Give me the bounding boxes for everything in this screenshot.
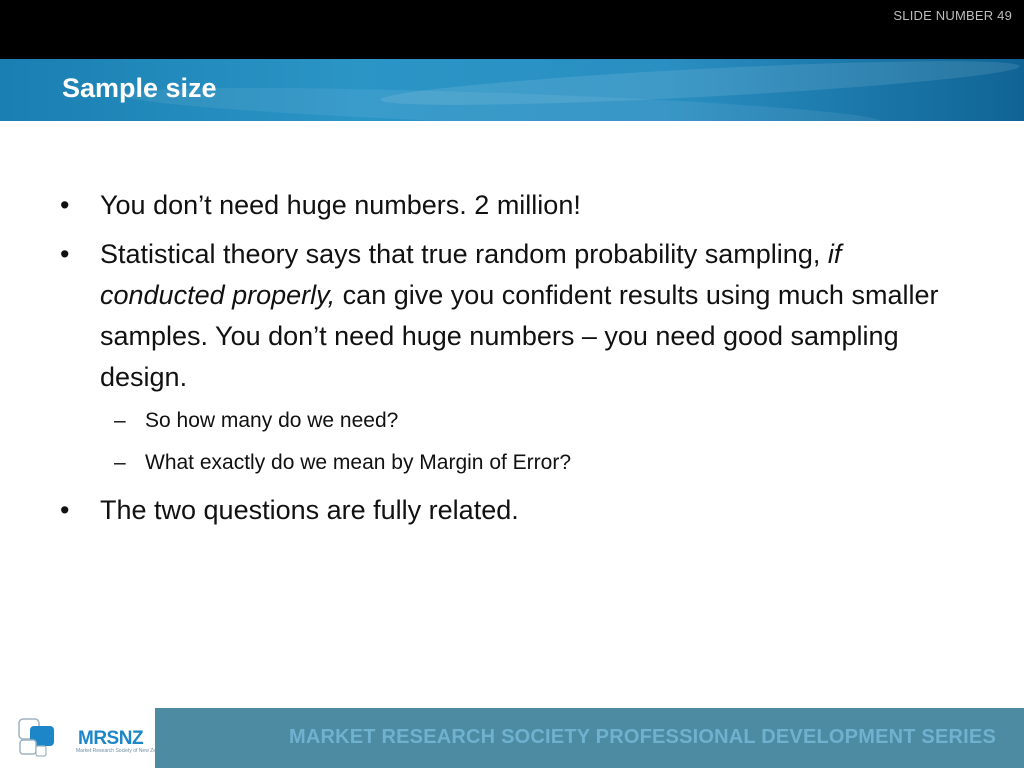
sub-bullet-text: So how many do we need? xyxy=(145,409,399,432)
bullet-item: • Statistical theory says that true rand… xyxy=(60,234,960,398)
footer-band: MARKET RESEARCH SOCIETY PROFESSIONAL DEV… xyxy=(155,708,1024,768)
bullet-glyph: • xyxy=(60,190,70,220)
dash-glyph: – xyxy=(114,409,126,432)
bullet-glyph: • xyxy=(60,495,70,525)
bullet-text-pre: Statistical theory says that true random… xyxy=(100,239,821,269)
title-bar: Sample size xyxy=(0,59,1024,121)
footer-logo-area: MRSNZ Market Research Society of New Zea… xyxy=(0,708,168,768)
sub-bullet-item: – What exactly do we mean by Margin of E… xyxy=(60,448,960,478)
slide-number: SLIDE NUMBER 49 xyxy=(893,8,1012,23)
dash-glyph: – xyxy=(114,451,126,474)
bullet-item: • You don’t need huge numbers. 2 million… xyxy=(60,185,960,226)
slide-content: • You don’t need huge numbers. 2 million… xyxy=(60,185,960,539)
top-bar: SLIDE NUMBER 49 xyxy=(0,0,1024,59)
footer-series-text: MARKET RESEARCH SOCIETY PROFESSIONAL DEV… xyxy=(288,726,996,748)
logo-squares-icon xyxy=(18,718,54,757)
bullet-text: You don’t need huge numbers. 2 million! xyxy=(100,190,581,220)
logo-wordmark: MRSNZ xyxy=(78,728,144,749)
bullet-text: The two questions are fully related. xyxy=(100,495,519,525)
sub-bullet-item: – So how many do we need? xyxy=(60,406,960,436)
slide-title: Sample size xyxy=(62,73,217,103)
sub-bullet-text: What exactly do we mean by Margin of Err… xyxy=(145,451,572,474)
bullet-glyph: • xyxy=(60,239,70,269)
mrsnz-logo: MRSNZ Market Research Society of New Zea… xyxy=(16,714,168,764)
bullet-item: • The two questions are fully related. xyxy=(60,490,960,531)
